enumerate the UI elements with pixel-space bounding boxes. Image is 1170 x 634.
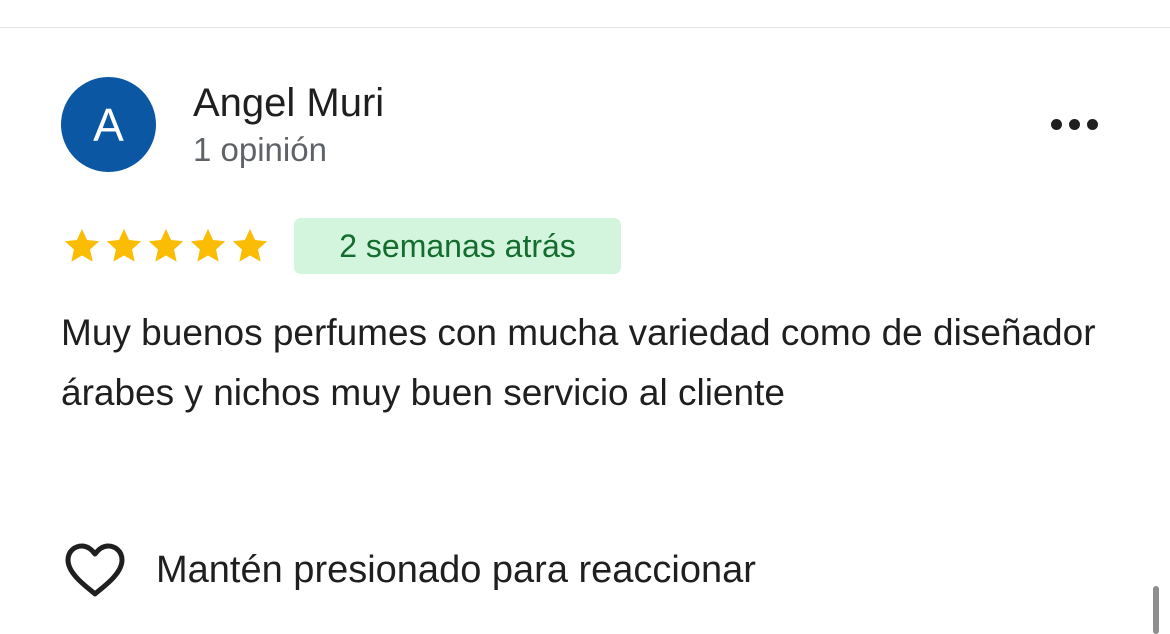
star-icon — [106, 228, 142, 262]
more-options-button[interactable] — [1040, 104, 1108, 144]
star-icon — [190, 228, 226, 262]
star-rating — [61, 225, 271, 267]
avatar[interactable]: A — [61, 77, 156, 172]
star-icon — [232, 228, 268, 262]
review-count: 1 opinión — [193, 131, 327, 168]
author-name[interactable]: Angel Muri — [193, 80, 384, 126]
review-screen: A Angel Muri 1 opinión 2 semanas atrás M… — [0, 0, 1170, 634]
react-button[interactable]: Mantén presionado para reaccionar — [64, 538, 756, 602]
heart-outline-icon — [65, 543, 125, 597]
star-icon — [64, 228, 100, 262]
top-divider — [0, 27, 1170, 28]
more-horizontal-icon — [1050, 118, 1098, 130]
review-text: Muy buenos perfumes con mucha variedad c… — [61, 312, 1096, 413]
scrollbar-thumb[interactable] — [1153, 586, 1159, 634]
star-icon — [148, 228, 184, 262]
date-badge: 2 semanas atrás — [294, 218, 621, 274]
avatar-letter: A — [93, 98, 124, 151]
react-label: Mantén presionado para reaccionar — [156, 548, 756, 591]
